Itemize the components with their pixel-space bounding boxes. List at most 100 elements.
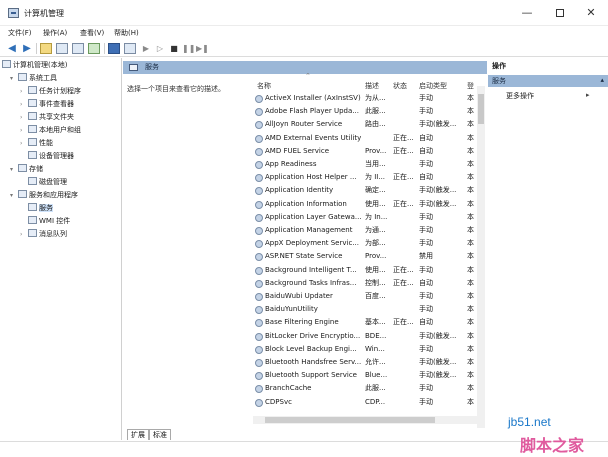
service-logon: 本 (467, 331, 474, 340)
table-row[interactable]: AMD External Events Utility 正在... 自动 本 (253, 132, 479, 145)
start-service-icon[interactable]: ▶ (140, 43, 152, 54)
service-startup: 手动 (419, 107, 433, 116)
scroll-thumb[interactable] (478, 94, 484, 124)
table-row[interactable]: AllJoyn Router Service 路由... 手动(触发... 本 (253, 118, 479, 131)
service-startup: 手动 (419, 160, 433, 168)
tree-services-apps[interactable]: ▾ 服务和应用程序 (10, 189, 78, 201)
actions-section-services[interactable]: 服务 ▴ (488, 75, 608, 87)
menu-help[interactable]: 帮助(H) (114, 28, 139, 38)
back-arrow-icon[interactable]: ◀ (6, 43, 18, 54)
tree-shared-folders[interactable]: › 共享文件夹 (20, 111, 74, 123)
tree-task-scheduler[interactable]: › 任务计划程序 (20, 85, 81, 97)
table-row[interactable]: Application Identity 确定... 手动(触发... 本 (253, 184, 479, 197)
table-row[interactable]: Bluetooth Handsfree Serv... 允许... 手动(触发...… (253, 356, 479, 369)
properties-icon[interactable] (124, 43, 136, 54)
collapse-icon[interactable]: › (20, 125, 28, 137)
table-row[interactable]: BaiduWubi Updater 百度... 手动 本 (253, 290, 479, 303)
service-startup: 自动 (419, 318, 433, 327)
collapse-icon[interactable]: › (20, 229, 28, 241)
tab-standard[interactable]: 标准 (149, 429, 171, 440)
service-name: AMD External Events Utility (265, 133, 362, 142)
table-row[interactable]: Background Intelligent T... 使用... 正在... 手动 本 (253, 264, 479, 277)
vertical-scrollbar[interactable] (477, 86, 485, 428)
table-row[interactable]: Base Filtering Engine 基本... 正在... 自动 本 (253, 316, 479, 329)
tree-local-users[interactable]: › 本地用户和组 (20, 124, 81, 136)
tree-device-manager[interactable]: 设备管理器 (28, 150, 74, 162)
help-icon[interactable] (108, 43, 120, 54)
toolbar-separator (104, 43, 105, 54)
service-desc: 为通... (365, 226, 386, 234)
table-row[interactable]: Application Information 使用... 正在... 手动(触发..… (253, 198, 479, 211)
tree-message-queue[interactable]: › 消息队列 (20, 228, 67, 240)
menu-file[interactable]: 文件(F) (8, 28, 32, 38)
minimize-button[interactable]: — (514, 4, 540, 21)
service-startup: 手动 (419, 344, 433, 353)
tree-system-tools[interactable]: ▾ 系统工具 (10, 72, 57, 84)
expand-icon[interactable]: ▾ (10, 190, 18, 202)
tree-performance[interactable]: › 性能 (20, 137, 53, 149)
service-gear-icon (255, 121, 263, 130)
table-row[interactable]: Adobe Flash Player Upda... 此服... 手动 本 (253, 105, 479, 118)
table-row[interactable]: CDPSvc CDP... 手动 本 (253, 396, 479, 409)
export-list-icon[interactable] (88, 43, 100, 54)
service-startup: 自动 (419, 173, 433, 182)
table-row[interactable]: Application Layer Gatewa... 为 In... 手动 本 (253, 211, 479, 224)
expand-icon[interactable]: ▾ (10, 164, 18, 176)
refresh-icon[interactable] (72, 43, 84, 54)
table-row[interactable]: BitLocker Drive Encryptio... BDE... 手动(触发.… (253, 330, 479, 343)
column-name[interactable]: 名称 (257, 81, 271, 91)
table-row[interactable]: AppX Deployment Servic... 为部... 手动 本 (253, 237, 479, 250)
play-icon[interactable]: ▷ (154, 43, 166, 54)
table-row[interactable]: BaiduYunUtility 手动 本 (253, 303, 479, 316)
table-row[interactable]: Block Level Backup Engi... Win... 手动 本 (253, 343, 479, 356)
tree-event-viewer[interactable]: › 事件查看器 (20, 98, 74, 110)
collapse-icon[interactable]: › (20, 86, 28, 98)
table-row[interactable]: BranchCache 此服... 手动 本 (253, 382, 479, 395)
service-desc: 此服... (365, 107, 386, 116)
table-row[interactable]: Background Tasks Infras... 控制... 正在... 自动 本 (253, 277, 479, 290)
table-row[interactable]: ASP.NET State Service Prov... 禁用 本 (253, 250, 479, 263)
column-logon[interactable]: 登 (467, 81, 474, 91)
service-name: Application Host Helper ... (265, 173, 357, 182)
table-row[interactable]: Application Host Helper ... 为 II... 正在... 自… (253, 171, 479, 184)
restart-service-icon[interactable]: ▶❚ (196, 43, 209, 54)
service-startup: 手动 (419, 212, 433, 221)
table-row[interactable]: ActiveX Installer (AxInstSV) 为从... 手动 本 (253, 92, 479, 105)
forward-arrow-icon[interactable]: ▶ (21, 43, 33, 54)
column-description[interactable]: 描述 (365, 81, 379, 91)
stop-service-icon[interactable]: ■ (168, 43, 180, 54)
table-row[interactable]: AMD FUEL Service Prov... 正在... 自动 本 (253, 145, 479, 158)
actions-section-label: 服务 (492, 77, 506, 85)
service-logon: 本 (467, 239, 474, 248)
expand-icon[interactable]: ▾ (10, 73, 18, 85)
maximize-button[interactable] (547, 4, 573, 21)
tab-extended[interactable]: 扩展 (127, 429, 149, 440)
console-tree-icon[interactable] (56, 43, 68, 54)
more-actions-link[interactable]: 更多操作 (506, 91, 534, 101)
table-row[interactable]: Bluetooth Support Service Blue... 手动(触发...… (253, 369, 479, 382)
collapse-icon[interactable]: › (20, 112, 28, 124)
service-startup: 自动 (419, 146, 433, 155)
tree-wmi[interactable]: WMI 控件 (28, 215, 70, 227)
collapse-icon[interactable]: › (20, 138, 28, 150)
scroll-thumb[interactable] (265, 417, 435, 423)
pause-service-icon[interactable]: ❚❚ (182, 43, 195, 54)
table-row[interactable]: App Readiness 当用... 手动 本 (253, 158, 479, 171)
service-name: BitLocker Drive Encryptio... (265, 331, 361, 340)
column-startup-type[interactable]: 启动类型 (419, 81, 447, 91)
service-gear-icon (255, 108, 263, 117)
up-folder-icon[interactable] (40, 43, 52, 54)
horizontal-scrollbar[interactable] (253, 416, 477, 424)
tree-root[interactable]: 计算机管理(本地) (2, 59, 67, 71)
close-button[interactable]: ✕ (578, 4, 604, 21)
tree-storage[interactable]: ▾ 存储 (10, 163, 43, 175)
table-row[interactable]: Application Management 为通... 手动 本 (253, 224, 479, 237)
tree-disk-management[interactable]: 磁盘管理 (28, 176, 67, 188)
column-status[interactable]: 状态 (393, 81, 407, 91)
collapse-icon[interactable]: › (20, 99, 28, 111)
service-status: 正在... (393, 278, 414, 287)
menu-action[interactable]: 操作(A) (43, 28, 67, 38)
tree-services[interactable]: 服务 (28, 202, 53, 214)
menu-view[interactable]: 查看(V) (80, 28, 104, 38)
service-startup: 禁用 (419, 252, 433, 261)
